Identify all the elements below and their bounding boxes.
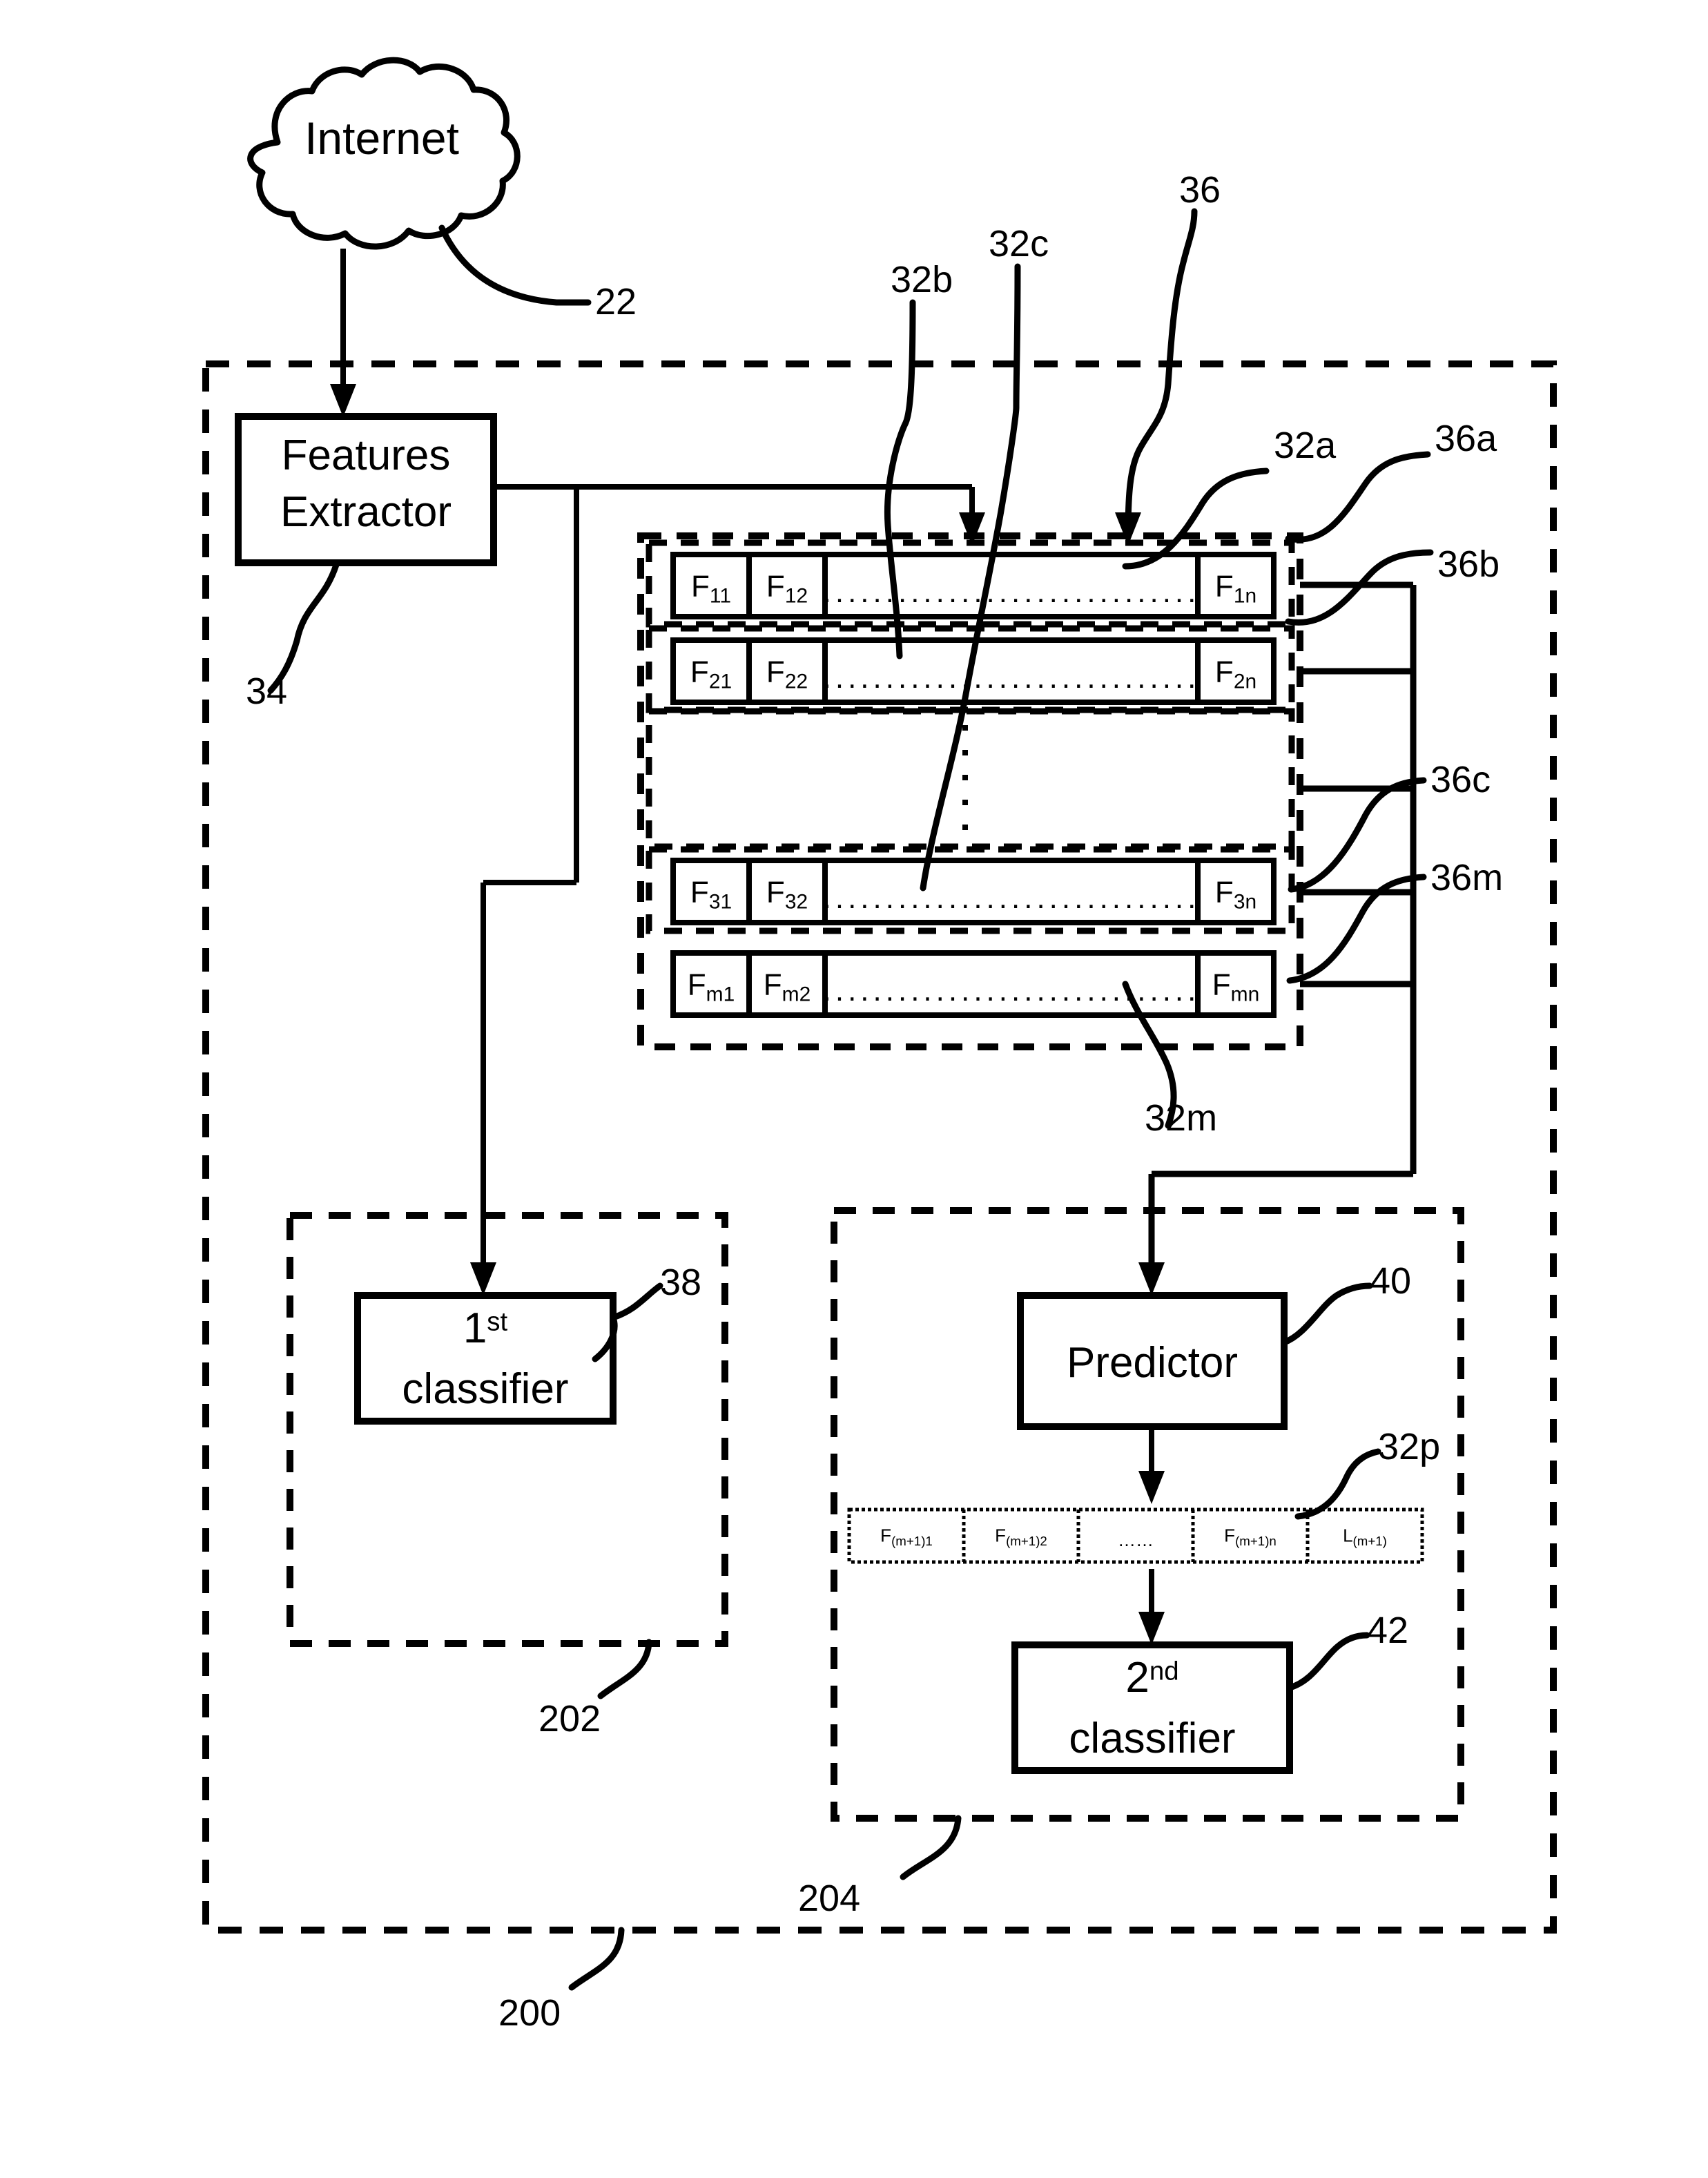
ref-32p: 32p	[1378, 1426, 1441, 1467]
diagram-canvas	[202, 57, 1557, 1991]
first-classifier-label-line1: 1st	[463, 1304, 508, 1352]
predictor-label: Predictor	[1066, 1339, 1239, 1387]
ref-32m: 32m	[1145, 1097, 1218, 1139]
ref-36a: 36a	[1435, 418, 1497, 459]
pred-cell-label: L(m+1)	[1343, 1525, 1387, 1548]
leader-38	[610, 1282, 663, 1321]
leader-36	[1125, 208, 1198, 539]
ref-34: 34	[246, 671, 288, 712]
leader-204	[900, 1815, 962, 1880]
matrix-cell-fm2: Fm2	[763, 967, 811, 1006]
ref-36b: 36b	[1437, 543, 1500, 585]
ref-32b: 32b	[891, 259, 953, 300]
matrix-cell-f11: F11	[691, 569, 731, 608]
features-extractor-label-line2: Extractor	[280, 488, 452, 536]
matrix-cell-fmn: Fmn	[1212, 967, 1260, 1006]
ref-36c: 36c	[1430, 759, 1491, 800]
first-classifier-label-line2: classifier	[402, 1365, 569, 1413]
leader-36c	[1288, 777, 1427, 893]
second-classifier-label-line1: 2nd	[1125, 1654, 1179, 1702]
pred-cell-1: F(m+1)1	[880, 1525, 933, 1548]
arrow-vector-to-second-classifier	[1138, 1569, 1165, 1645]
matrix-cell-f3n: F3n	[1214, 875, 1257, 914]
matrix-cell-f21: F21	[690, 655, 732, 693]
matrix-cell-f12: F12	[766, 569, 808, 608]
matrix-cell-fm1: Fm1	[687, 967, 735, 1006]
matrix-cell-f32: F32	[766, 875, 808, 914]
ref-38: 38	[660, 1262, 702, 1303]
matrix-row-group-gap	[646, 708, 1295, 850]
matrix-row-2-ellipsis: ..............................	[822, 661, 1201, 695]
ref-32a: 32a	[1274, 425, 1337, 466]
ref-36: 36	[1179, 169, 1221, 211]
ref-36m: 36m	[1430, 857, 1504, 898]
ref-42: 42	[1367, 1610, 1409, 1651]
second-classifier-label-line2: classifier	[1069, 1715, 1236, 1762]
ref-204: 204	[798, 1878, 861, 1919]
ref-202: 202	[538, 1698, 601, 1739]
leader-32p	[1294, 1448, 1381, 1520]
leader-internet	[438, 224, 592, 306]
internet-label: Internet	[304, 113, 459, 164]
leader-202	[597, 1639, 652, 1699]
matrix-cell-f31: F31	[690, 875, 732, 914]
matrix-cell-f1n: F1n	[1214, 569, 1257, 608]
pred-cell-n: F(m+1)n	[1224, 1525, 1277, 1548]
leader-40	[1281, 1282, 1373, 1346]
matrix-row-3-ellipsis: ..............................	[822, 881, 1201, 915]
ref-22: 22	[595, 281, 637, 322]
ref-32c: 32c	[989, 223, 1049, 264]
arrow-internet-to-extractor	[330, 249, 356, 417]
leader-200	[568, 1927, 625, 1991]
matrix-row-m-ellipsis: ..............................	[822, 974, 1201, 1008]
ref-200: 200	[498, 1992, 561, 2034]
patent-figure: Internet 22 34 32b 32c 36 32a 36a 36b 36…	[0, 0, 1708, 2178]
leader-36a	[1285, 451, 1431, 543]
matrix-cell-f2n: F2n	[1214, 655, 1257, 693]
matrix-cell-f22: F22	[766, 655, 808, 693]
arrow-predictor-to-vector	[1138, 1427, 1165, 1504]
ref-40: 40	[1370, 1260, 1412, 1302]
pred-cell-ellipsis: ……	[1118, 1530, 1154, 1550]
pred-cell-2: F(m+1)2	[995, 1525, 1047, 1548]
matrix-row-1-ellipsis: ..............................	[822, 575, 1201, 609]
features-extractor-label-line1: Features	[281, 432, 451, 479]
leader-42	[1286, 1632, 1370, 1691]
